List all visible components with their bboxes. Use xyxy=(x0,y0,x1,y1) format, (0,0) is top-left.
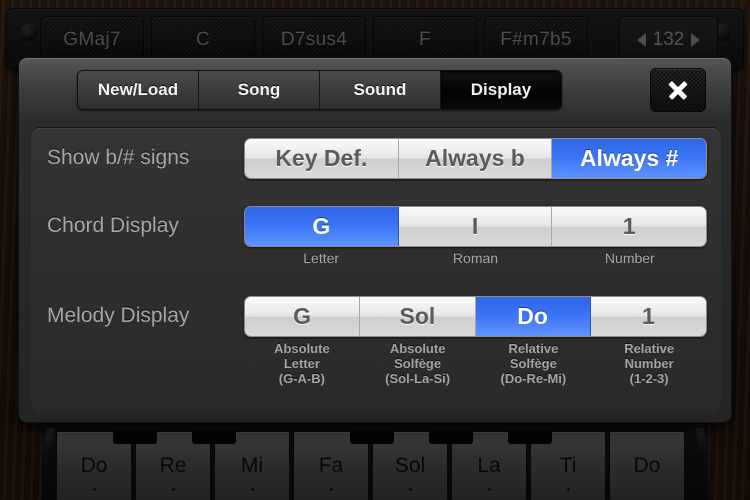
segment-option[interactable]: 1 xyxy=(590,297,706,336)
setting-row-label: Chord Display xyxy=(47,214,179,237)
setting-row-label: Melody Display xyxy=(47,304,190,327)
tab-new-load[interactable]: New/Load xyxy=(78,71,199,109)
segment-sublabel-row: Letter Roman Number xyxy=(244,251,707,266)
segment-sublabel: Absolute Letter (G-A-B) xyxy=(244,341,360,386)
segment-sublabel-line: Relative xyxy=(624,341,675,356)
tab-sound[interactable]: Sound xyxy=(320,71,441,109)
tab-display[interactable]: Display xyxy=(441,71,561,109)
segment-sublabel-line: Roman xyxy=(452,250,499,266)
segment-sublabel-line: Letter xyxy=(303,250,340,266)
segment-sublabel-row: Absolute Letter (G-A-B) Absolute Solfège (Sol… xyxy=(244,341,707,386)
segment-sublabel-line: Number xyxy=(624,356,674,371)
tab-song[interactable]: Song xyxy=(199,71,320,109)
segment-sublabel: Relative Solfège (Do-Re-Mi) xyxy=(476,341,592,386)
settings-modal: New/Load Song Sound Display Show b/# signs K… xyxy=(18,57,732,423)
segment-sublabel-line: Absolute xyxy=(389,341,446,356)
close-button[interactable] xyxy=(650,68,706,112)
segment-sublabel-line: Solfège xyxy=(509,356,557,371)
display-settings-panel: Show b/# signs Key Def. Always b Always # Ch… xyxy=(31,128,721,411)
segmented-control: Key Def. Always b Always # xyxy=(244,138,707,179)
app-root: GMaj7 C D7sus4 F F#m7b5 132 Do Re Mi Fa Sol La Ti D… xyxy=(0,0,750,500)
segment-option[interactable]: Always b xyxy=(398,139,553,178)
close-icon xyxy=(667,79,689,101)
segmented-control: G Sol Do 1 xyxy=(244,296,707,337)
segment-option[interactable]: Do xyxy=(475,297,591,336)
segmented-control: GI1 xyxy=(244,206,707,247)
segment-sublabel-line: (Do-Re-Mi) xyxy=(500,371,567,386)
segment-sublabel: Relative Number (1-2-3) xyxy=(591,341,707,386)
segment-option[interactable]: G xyxy=(245,297,361,336)
modal-toolbar: New/Load Song Sound Display xyxy=(19,58,731,121)
segment-option[interactable]: I xyxy=(398,207,553,246)
segment-sublabel: Letter xyxy=(244,251,398,266)
segment-sublabel-line: Absolute xyxy=(274,341,330,356)
segment-sublabel-line: Relative xyxy=(508,341,559,356)
segment-sublabel-line: Letter xyxy=(283,356,320,371)
segment-sublabel: Roman xyxy=(398,251,552,266)
segment-sublabel-line: Number xyxy=(604,250,655,266)
segment-sublabel-line: (Sol-La-Si) xyxy=(385,371,451,386)
segment-sublabel: Number xyxy=(553,251,707,266)
segment-sublabel-line: Solfège xyxy=(394,356,442,371)
segment-sublabel-line: (1-2-3) xyxy=(629,371,669,386)
segment-sublabel: Absolute Solfège (Sol-La-Si) xyxy=(360,341,476,386)
segment-option[interactable]: Key Def. xyxy=(245,139,399,178)
setting-row-label: Show b/# signs xyxy=(47,146,190,169)
segment-sublabel-line: (G-A-B) xyxy=(278,371,325,386)
tab-bar: New/Load Song Sound Display xyxy=(77,70,562,110)
segment-option[interactable]: G xyxy=(245,207,399,246)
segment-option[interactable]: Always # xyxy=(552,139,706,178)
segment-option[interactable]: Sol xyxy=(360,297,476,336)
segment-option[interactable]: 1 xyxy=(552,207,706,246)
